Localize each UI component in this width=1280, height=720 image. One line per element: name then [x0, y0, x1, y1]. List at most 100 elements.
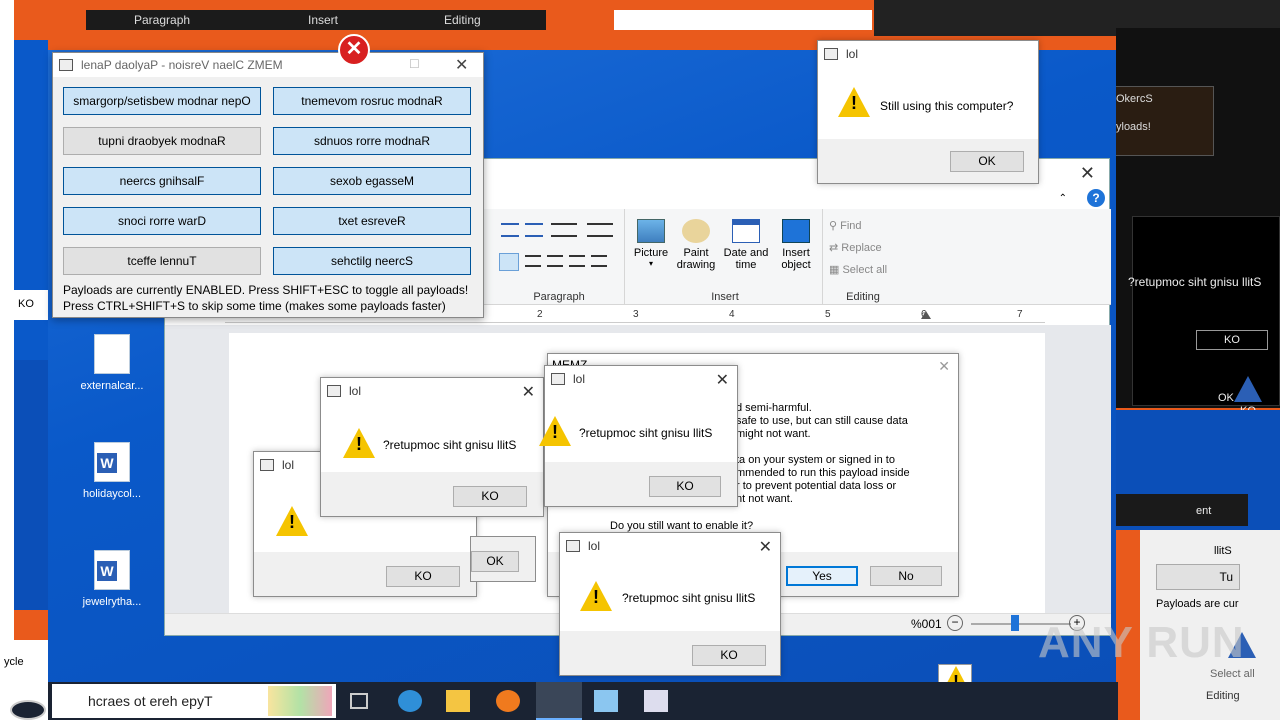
- ok-button-fragment[interactable]: OK: [471, 551, 519, 572]
- right-payloads-fragment: yloads!: [1116, 121, 1151, 133]
- close-icon[interactable]: ✕: [938, 358, 950, 375]
- payload-button-random-error-sounds[interactable]: sdnuos rorre modnaR: [273, 127, 471, 155]
- date-time-label: Date and time: [723, 247, 769, 271]
- indent-marker[interactable]: [921, 311, 931, 319]
- zoom-out-icon[interactable]: −: [947, 615, 963, 631]
- glitch-block-left-2: [14, 360, 48, 610]
- wordpad-taskbar-icon[interactable]: [536, 682, 582, 720]
- right-ok-fragment: OK: [1218, 392, 1234, 404]
- wordpad-close-button[interactable]: ✕: [1080, 163, 1095, 184]
- right-still-using-fragment: ?retupmoc siht gnisu llitS: [1128, 275, 1262, 289]
- desktop-icon-holidaycol[interactable]: holidaycol...: [76, 442, 148, 500]
- ko-button[interactable]: KO: [453, 486, 527, 507]
- dialog-footer: KO: [560, 631, 780, 675]
- ribbon-collapse-icon[interactable]: ⌃: [1059, 193, 1067, 204]
- payload-button-random-keyboard[interactable]: tupni draobyek modnaR: [63, 127, 261, 155]
- picture-label: Picture: [633, 247, 669, 259]
- right-ko-button[interactable]: KO: [1196, 330, 1268, 350]
- close-icon[interactable]: ✕: [716, 370, 729, 390]
- file-explorer-icon[interactable]: [446, 690, 470, 712]
- ko-button[interactable]: KO: [386, 566, 460, 587]
- replace-icon: ⇄: [829, 242, 842, 254]
- ok-button[interactable]: OK: [950, 151, 1024, 172]
- dialog-message: ?retupmoc siht gnisu llitS: [622, 591, 756, 605]
- decrease-indent-icon[interactable]: [501, 223, 519, 237]
- select-all-icon: ▦: [829, 264, 843, 276]
- dialog-message: Still using this computer?: [880, 99, 1014, 113]
- lol-dialog-title-bar: lol: [321, 378, 543, 404]
- paragraph-group-label: Paragraph: [533, 291, 585, 303]
- yes-button[interactable]: Yes: [786, 566, 858, 586]
- maximize-icon[interactable]: ☐: [409, 57, 420, 71]
- help-icon[interactable]: ?: [1087, 189, 1105, 207]
- edge-browser-icon[interactable]: [398, 690, 422, 712]
- top-ribbon-paragraph: Paragraph: [134, 13, 191, 27]
- no-button[interactable]: No: [870, 566, 942, 586]
- zoom-level: %001: [911, 617, 942, 631]
- lol-dialog-still-using: lol Still using this computer? OK: [817, 40, 1039, 184]
- insert-group-label: Insert: [711, 291, 739, 303]
- justify-icon[interactable]: [569, 255, 585, 267]
- picture-button[interactable]: Picture ▾: [631, 219, 671, 268]
- desktop-icon-label: holidaycol...: [82, 488, 142, 500]
- right-tu-button[interactable]: Tu: [1156, 564, 1240, 590]
- payload-button-message-boxes[interactable]: sexob egasseM: [273, 167, 471, 195]
- lol-dialog-2: lol ✕ ?retupmoc siht gnisu llitS KO: [539, 365, 738, 507]
- paragraph-settings-icon[interactable]: [591, 255, 607, 267]
- ko-button[interactable]: KO: [692, 645, 766, 666]
- zoom-slider-thumb[interactable]: [1011, 615, 1019, 631]
- notepad-icon[interactable]: [594, 690, 618, 712]
- payload-button-screen-glitches[interactable]: sehctilg neercS: [273, 247, 471, 275]
- insert-object-button[interactable]: Insert object: [773, 219, 819, 271]
- app-window-icon: [824, 48, 838, 60]
- payload-button-draw-error-icons[interactable]: snoci rorre warD: [63, 207, 261, 235]
- find-item[interactable]: ⚲ Find: [829, 219, 862, 232]
- dialog-message: ?retupmoc siht gnisu llitS: [383, 438, 517, 452]
- right-okercs-fragment: OkercS: [1116, 93, 1153, 105]
- payload-button-tunnel-effect[interactable]: tceffe lennuT: [63, 247, 261, 275]
- warning-icon: [539, 416, 571, 446]
- paint-drawing-button[interactable]: Paint drawing: [673, 219, 719, 271]
- close-icon[interactable]: ✕: [522, 382, 535, 402]
- picture-icon: [637, 219, 665, 243]
- app-window-icon: [260, 459, 274, 471]
- ko-button[interactable]: KO: [649, 476, 721, 497]
- ruler-number: 7: [1017, 309, 1023, 320]
- lol-dialog-title-bar: lol: [545, 366, 737, 392]
- lol-dialog-3: lol ✕ ?retupmoc siht gnisu llitS KO: [559, 532, 781, 676]
- dialog-footer: KO: [254, 552, 476, 596]
- editing-group-label: Editing: [846, 291, 880, 303]
- right-llits-fragment: llitS: [1214, 545, 1232, 557]
- payload-button-flashing-screen[interactable]: neercs gnihsalF: [63, 167, 261, 195]
- payload-button-reverse-text[interactable]: txet esreveR: [273, 207, 471, 235]
- increase-indent-icon[interactable]: [525, 223, 543, 237]
- date-time-button[interactable]: Date and time: [723, 219, 769, 271]
- close-icon[interactable]: ✕: [759, 537, 772, 557]
- desktop-icon-jewelrytha[interactable]: jewelrytha...: [76, 550, 148, 608]
- desktop-icon-label: externalcar...: [80, 380, 144, 392]
- select-all-item[interactable]: ▦ Select all: [829, 263, 887, 276]
- warning-icon: [276, 506, 308, 536]
- firefox-icon[interactable]: [496, 690, 520, 712]
- start-button[interactable]: [10, 700, 46, 720]
- desktop-icon-externalcar[interactable]: externalcar...: [76, 334, 148, 392]
- payload-button-random-cursor[interactable]: tnemevom rosruc modnaR: [273, 87, 471, 115]
- object-icon: [782, 219, 810, 243]
- bullets-icon[interactable]: [551, 223, 577, 237]
- app-window-icon: [59, 59, 73, 71]
- close-icon[interactable]: ✕: [455, 55, 468, 75]
- task-view-icon[interactable]: [350, 693, 368, 709]
- align-left-icon[interactable]: [499, 253, 519, 271]
- payload-button-open-random[interactable]: smargorp/setisbew modnar nepO: [63, 87, 261, 115]
- align-right-icon[interactable]: [547, 255, 563, 267]
- ruler-number: 2: [537, 309, 543, 320]
- word-document-icon: [94, 442, 130, 482]
- left-ko-fragment: KO: [18, 298, 34, 310]
- search-placeholder: hcraes ot ereh epyT: [88, 693, 213, 709]
- replace-item[interactable]: ⇄ Replace: [829, 241, 882, 254]
- memz-taskbar-icon[interactable]: [644, 690, 668, 712]
- lol-dialog-title-bar: lol: [560, 533, 780, 559]
- align-center-icon[interactable]: [525, 255, 541, 267]
- warning-icon: [580, 581, 612, 611]
- line-spacing-icon[interactable]: [587, 223, 613, 237]
